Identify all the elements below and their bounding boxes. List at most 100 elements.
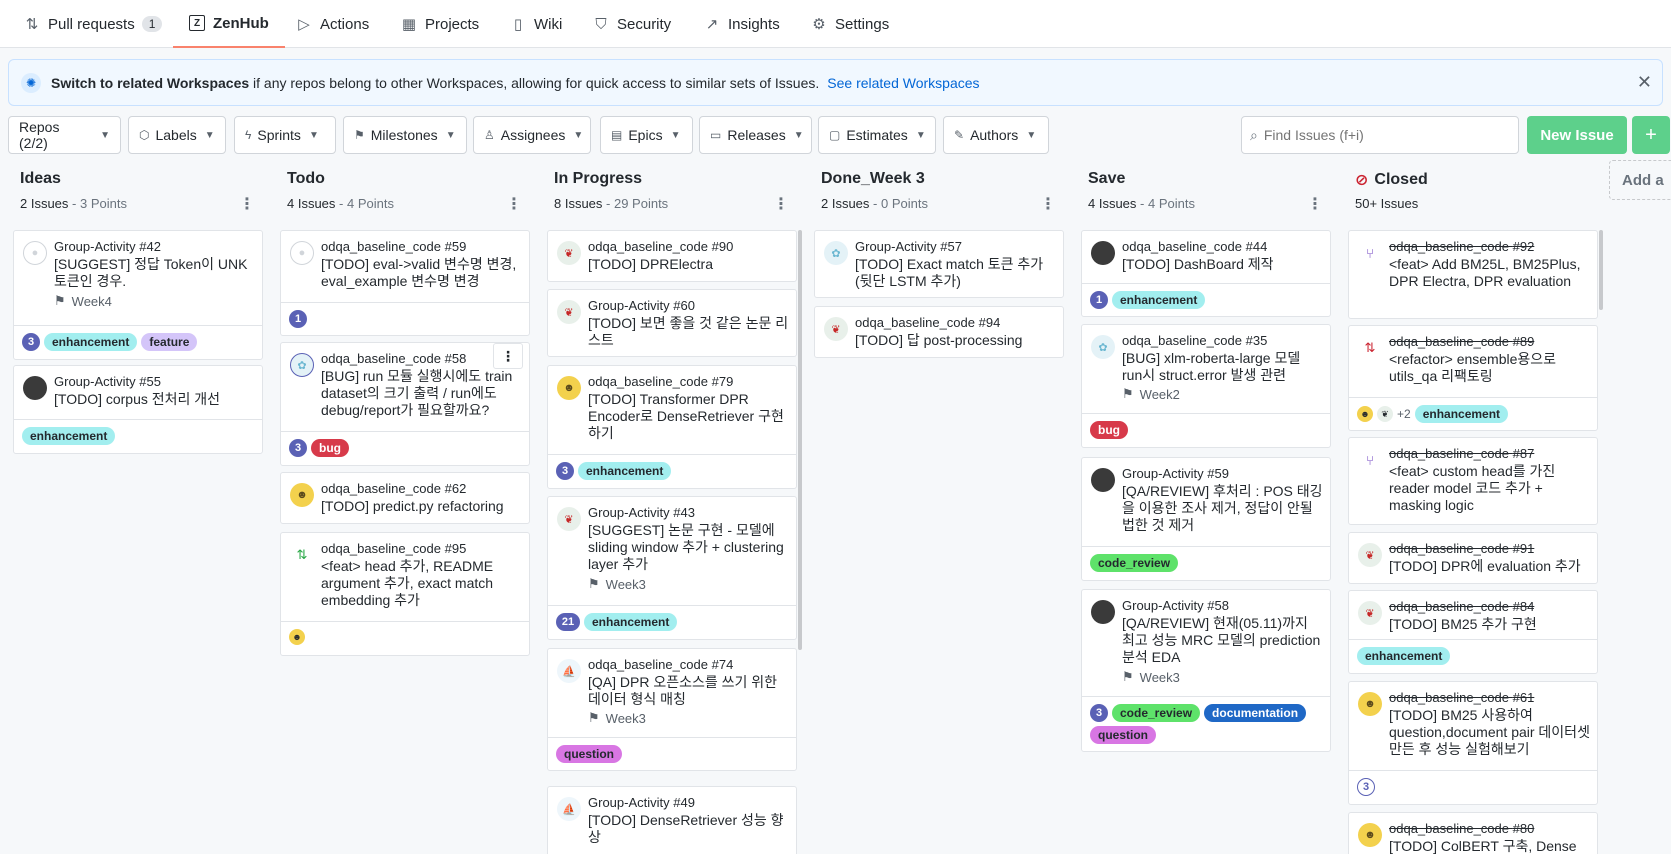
issue-card[interactable]: ● odqa_baseline_code #59 [TODO] eval->va… (280, 230, 530, 336)
avatar: ● (23, 241, 47, 265)
issue-card[interactable]: ⑂ odqa_baseline_code #92 <feat> Add BM25… (1348, 230, 1598, 319)
issue-card[interactable]: ⑂ odqa_baseline_code #87 <feat> custom h… (1348, 437, 1598, 525)
milestone-icon: ⚑ (1122, 386, 1134, 401)
kebab-icon[interactable]: ⋮ (1040, 194, 1056, 214)
bolt-icon: ϟ (245, 128, 252, 142)
avatar: ● (290, 241, 314, 265)
tab-zenhub[interactable]: Z ZenHub (173, 0, 285, 48)
label: feature (141, 333, 198, 351)
label: bug (311, 439, 349, 457)
issue-title: [BUG] xlm-roberta-large 모델 run시 struct.e… (1122, 350, 1301, 383)
milestone-icon: ⚑ (354, 128, 365, 142)
issue-card[interactable]: ☻ odqa_baseline_code #62 [TODO] predict.… (280, 472, 530, 524)
avatar: ❦ (824, 317, 848, 341)
milestone: ⚑ Week3 (588, 710, 646, 726)
authors-filter[interactable]: ✎ Authors ▼ (943, 116, 1049, 154)
kebab-icon[interactable]: ⋮ (239, 194, 255, 214)
epic-icon: ▤ (611, 128, 623, 142)
close-icon[interactable]: ✕ (1637, 72, 1652, 93)
label: code_review (1090, 554, 1179, 572)
issue-card[interactable]: ⇅ odqa_baseline_code #95 <feat> head 추가,… (280, 532, 530, 656)
milestone: ⚑ Week2 (1122, 386, 1180, 402)
tab-wiki[interactable]: ▯ Wiki (510, 0, 562, 48)
new-issue-button[interactable]: New Issue (1527, 116, 1627, 154)
issue-title: [SUGGEST] 논문 구현 - 모델에 sliding window 추가 … (588, 522, 784, 572)
estimate-badge: 3 (1090, 704, 1108, 722)
issue-card[interactable]: ✿ ⋮ odqa_baseline_code #58 [BUG] run 모듈 … (280, 342, 530, 466)
kebab-icon[interactable]: ⋮ (773, 194, 789, 214)
issue-card[interactable]: ⛵ odqa_baseline_code #74 [QA] DPR 오픈소스를 … (547, 648, 797, 771)
avatar (1091, 468, 1115, 492)
assignees-filter[interactable]: ♙ Assignees ▼ (473, 116, 591, 154)
issue-card[interactable]: Group-Activity #59 [QA/REVIEW] 후처리 : POS… (1081, 457, 1331, 581)
issue-card[interactable]: ☻ odqa_baseline_code #79 [TODO] Transfor… (547, 365, 797, 489)
label: enhancement (44, 333, 138, 351)
find-issues-search[interactable]: ⌕ (1241, 116, 1519, 154)
issue-card[interactable]: ❦ odqa_baseline_code #94 [TODO] 답 post-p… (814, 306, 1064, 358)
issue-card[interactable]: ● Group-Activity #42 [SUGGEST] 정답 Token이… (13, 230, 263, 360)
issue-card[interactable]: ❦ Group-Activity #43 [SUGGEST] 논문 구현 - 모… (547, 496, 797, 640)
issue-title: <feat> custom head를 가진 reader model 코드 추… (1389, 463, 1556, 513)
issue-card[interactable]: ✿ odqa_baseline_code #35 [BUG] xlm-rober… (1081, 324, 1331, 448)
issue-card[interactable]: ✿ Group-Activity #57 [TODO] Exact match … (814, 230, 1064, 298)
issue-card[interactable]: ❦ odqa_baseline_code #84 [TODO] BM25 추가 … (1348, 590, 1598, 674)
issue-card[interactable]: ☻ odqa_baseline_code #80 [TODO] ColBERT … (1348, 812, 1598, 854)
chevron-down-icon: ▼ (445, 129, 456, 141)
avatar: ✿ (824, 241, 848, 265)
avatar: ⛵ (557, 659, 581, 683)
issue-card[interactable]: odqa_baseline_code #44 [TODO] DashBoard … (1081, 230, 1331, 317)
releases-filter[interactable]: ▭ Releases ▼ (699, 116, 812, 154)
label: question (556, 745, 622, 763)
issue-title: [TODO] Transformer DPR Encoder로 DenseRet… (588, 391, 784, 441)
label: documentation (1204, 704, 1307, 722)
pencil-icon: ✎ (954, 128, 965, 142)
issue-card[interactable]: Group-Activity #55 [TODO] corpus 전처리 개선 … (13, 365, 263, 454)
milestone: ⚑ Week4 (54, 293, 112, 309)
pipeline-ideas: Ideas 2 Issues - 3 Points ⋮ ● Group-Acti… (13, 160, 265, 853)
label: bug (1090, 421, 1128, 439)
avatar (1091, 600, 1115, 624)
issue-card[interactable]: ☻ odqa_baseline_code #61 [TODO] BM25 사용하… (1348, 681, 1598, 805)
issue-card[interactable]: ⇅ odqa_baseline_code #89 <refactor> ense… (1348, 325, 1598, 431)
chevron-down-icon: ▼ (670, 129, 681, 141)
column-meta: 4 Issues - 4 Points (1088, 196, 1195, 211)
kebab-icon[interactable]: ⋮ (506, 194, 522, 214)
avatar: ❦ (557, 507, 581, 531)
issue-card[interactable]: ❦ odqa_baseline_code #91 [TODO] DPR에 eva… (1348, 532, 1598, 584)
issue-card[interactable]: ❦ odqa_baseline_code #90 [TODO] DPRElect… (547, 230, 797, 282)
column-title: Save (1088, 170, 1126, 187)
see-related-workspaces-link[interactable]: See related Workspaces (827, 75, 979, 91)
issue-title: <feat> Add BM25L, BM25Plus, DPR Electra,… (1389, 256, 1581, 289)
shield-icon: ⛉ (595, 15, 607, 33)
milestones-filter[interactable]: ⚑ Milestones ▼ (343, 116, 467, 154)
add-pipeline-button[interactable]: Add a (1609, 160, 1671, 200)
labels-filter[interactable]: ⬡ Labels ▼ (128, 116, 226, 154)
epics-filter[interactable]: ▤ Epics ▼ (600, 116, 693, 154)
tab-security[interactable]: ⛉ Security (593, 0, 671, 48)
issue-card[interactable]: Group-Activity #58 [QA/REVIEW] 현재(05.11)… (1081, 589, 1331, 752)
tab-insights[interactable]: ↗ Insights (704, 0, 780, 48)
avatar: ✿ (290, 353, 314, 377)
tab-projects[interactable]: ▦ Projects (401, 0, 479, 48)
add-button[interactable]: + (1632, 116, 1670, 154)
milestone-icon: ⚑ (588, 576, 600, 591)
repos-filter[interactable]: Repos (2/2) ▼ (8, 116, 121, 154)
issue-card[interactable]: ❦ Group-Activity #60 [TODO] 보면 좋을 것 같은 논… (547, 289, 797, 357)
tab-settings[interactable]: ⚙ Settings (811, 0, 889, 48)
closed-issue-icon: ⊘ (1355, 172, 1369, 189)
tab-pull-requests[interactable]: ⇅ Pull requests 1 (24, 0, 163, 48)
tab-actions[interactable]: ▷ Actions (296, 0, 369, 48)
kebab-icon[interactable]: ⋮ (1307, 194, 1323, 214)
issue-title: [TODO] eval->valid 변수명 변경, eval_example … (321, 256, 517, 289)
avatar: ❦ (1377, 406, 1393, 422)
column-title: Todo (287, 170, 325, 187)
estimates-filter[interactable]: ▢ Estimates ▼ (818, 116, 936, 154)
column-title: ⊘ Closed (1355, 171, 1428, 189)
release-icon: ▭ (710, 128, 722, 142)
sprints-filter[interactable]: ϟ Sprints ▼ (234, 116, 336, 154)
graph-icon: ↗ (705, 16, 719, 33)
issue-card[interactable]: ⛵ Group-Activity #49 [TODO] DenseRetriev… (547, 786, 797, 854)
milestone-icon: ⚑ (1122, 669, 1134, 684)
kebab-icon[interactable]: ⋮ (493, 343, 523, 369)
search-input[interactable] (1263, 127, 1504, 143)
